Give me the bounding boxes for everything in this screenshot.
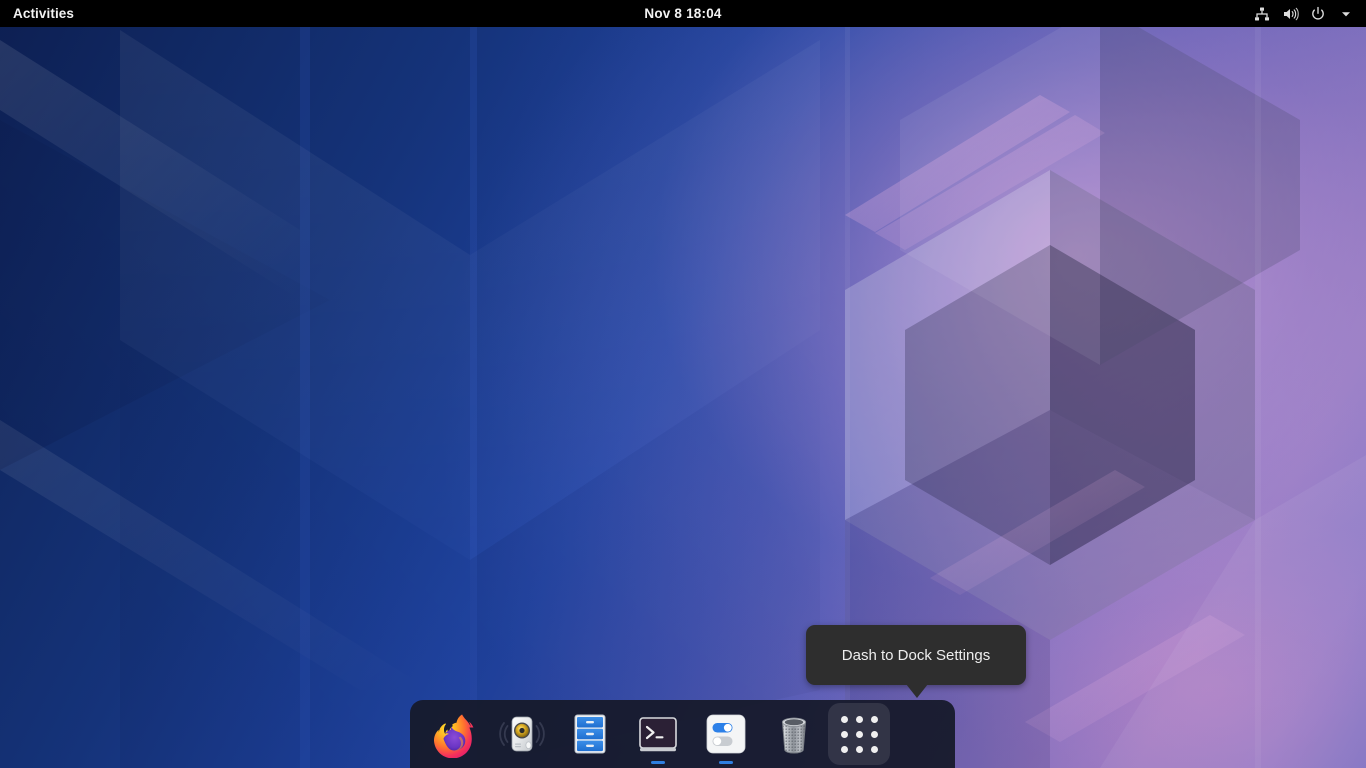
- trash-icon: [770, 710, 818, 758]
- dock-item-terminal[interactable]: [624, 700, 692, 768]
- dock-item-files[interactable]: [556, 700, 624, 768]
- tooltip-arrow-icon: [906, 684, 928, 698]
- system-status-area[interactable]: [1248, 0, 1366, 27]
- dash-to-dock: [410, 700, 955, 768]
- clock-button[interactable]: Nov 8 18:04: [636, 6, 729, 21]
- top-bar: Activities Nov 8 18:04: [0, 0, 1366, 27]
- activities-label: Activities: [13, 6, 74, 21]
- dock-item-firefox[interactable]: [420, 700, 488, 768]
- app-grid-icon: [839, 714, 879, 754]
- tooltip-label: Dash to Dock Settings: [842, 647, 990, 664]
- clock-area: Nov 8 18:04: [0, 0, 1366, 27]
- wallpaper-background: [0, 0, 1366, 768]
- running-indicator: [651, 761, 665, 764]
- desktop[interactable]: Activities Nov 8 18:04: [0, 0, 1366, 768]
- clock-label: Nov 8 18:04: [644, 6, 721, 21]
- dock-item-tweaks[interactable]: [692, 700, 760, 768]
- dock-item-rhythmbox[interactable]: [488, 700, 556, 768]
- file-cabinet-icon: [566, 710, 614, 758]
- activities-button[interactable]: Activities: [0, 0, 86, 27]
- network-wired-icon: [1248, 0, 1276, 27]
- speaker-icon: [498, 710, 546, 758]
- terminal-icon: [634, 710, 682, 758]
- tooltip-body: Dash to Dock Settings: [806, 625, 1026, 685]
- dock-tooltip: Dash to Dock Settings: [806, 625, 1026, 685]
- chevron-down-icon: [1332, 0, 1360, 27]
- dock-item-app-grid[interactable]: [828, 703, 890, 765]
- running-indicator: [719, 761, 733, 764]
- toggles-icon: [702, 710, 750, 758]
- firefox-icon: [430, 710, 478, 758]
- volume-icon: [1276, 0, 1304, 27]
- power-icon: [1304, 0, 1332, 27]
- dock-item-trash[interactable]: [760, 700, 828, 768]
